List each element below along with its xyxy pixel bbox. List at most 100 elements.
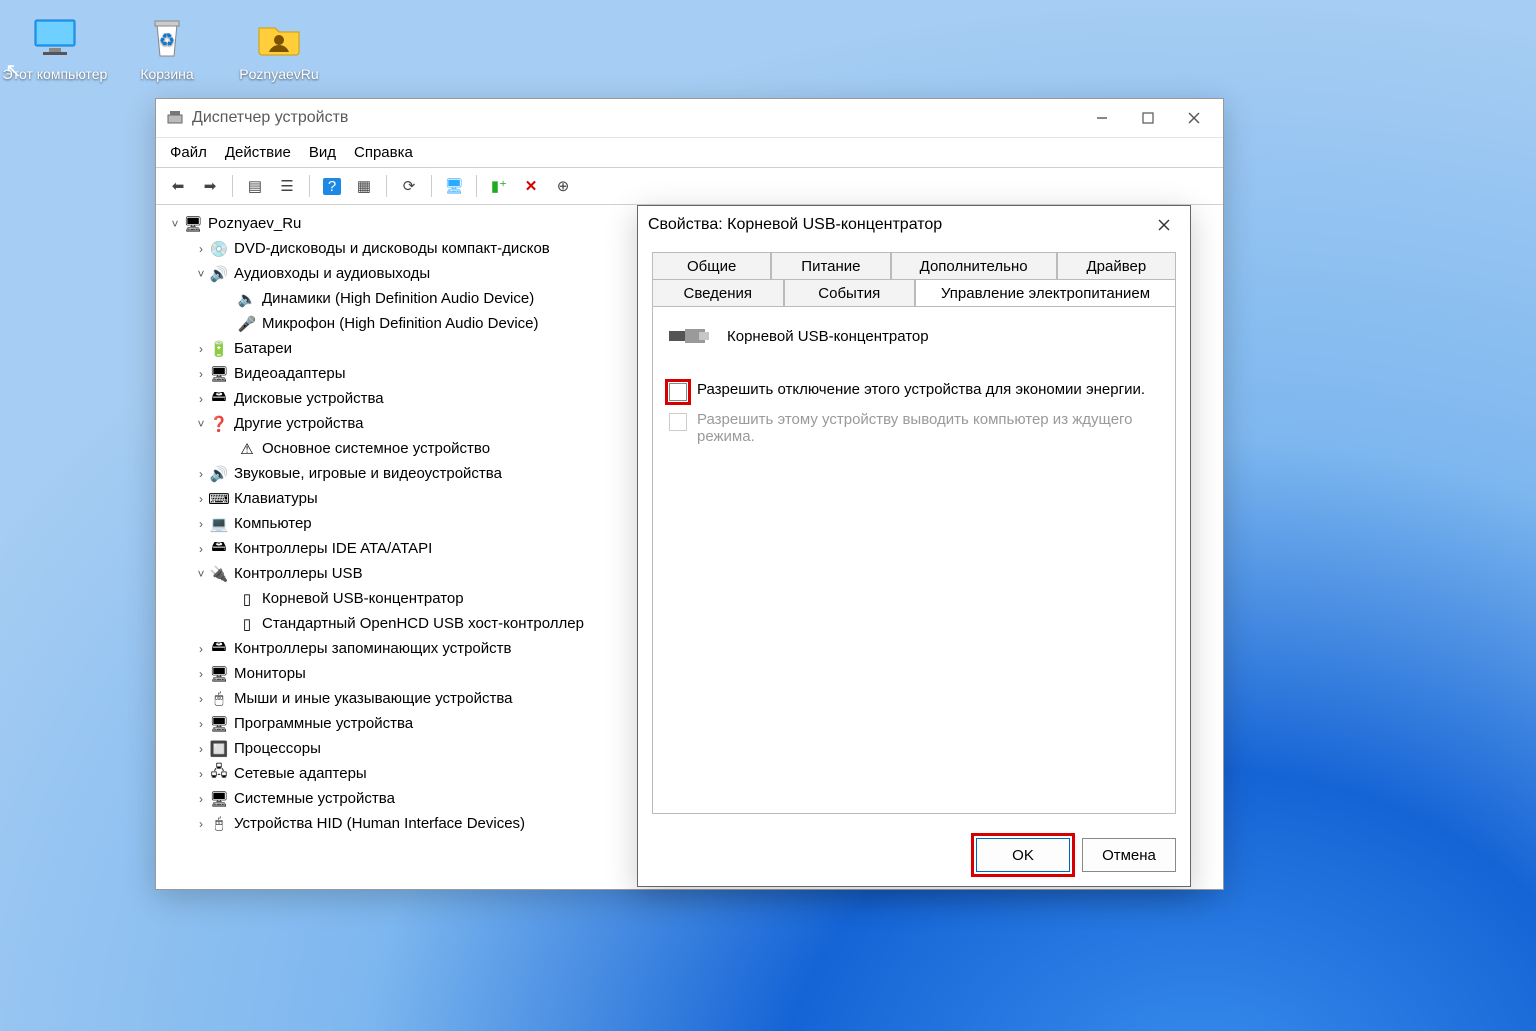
desktop-icon-folder[interactable]: PoznyaevRu [224, 6, 334, 82]
titlebar[interactable]: Диспетчер устройств [156, 99, 1223, 138]
chevron-down-icon: ˅ [194, 567, 208, 581]
chevron-down-icon: ˅ [194, 267, 208, 281]
folder-user-icon [255, 14, 303, 62]
tab-power[interactable]: Питание [771, 252, 890, 280]
enable-icon: ▮⁺ [491, 177, 507, 195]
tab-panel-power-management: Корневой USB-концентратор Разрешить откл… [652, 306, 1176, 814]
node-label: Батареи [234, 340, 292, 357]
chevron-down-icon: ˅ [194, 417, 208, 431]
display-icon: 🖥 [210, 365, 228, 383]
network-icon: 🖧 [210, 765, 228, 783]
monitor-icon: 🖥 [210, 665, 228, 683]
tab-general[interactable]: Общие [652, 252, 771, 280]
list-icon: ▦ [357, 177, 371, 195]
chevron-right-icon: › [194, 767, 208, 781]
chevron-right-icon: › [194, 367, 208, 381]
node-label: Стандартный OpenHCD USB хост-контроллер [262, 615, 584, 632]
disc-icon: 💿 [210, 240, 228, 258]
scan-icon: ⊕ [557, 177, 570, 195]
node-label: Корневой USB-концентратор [262, 590, 464, 607]
chevron-right-icon: › [194, 392, 208, 406]
desktop-icon-label: Этот компьютер [3, 66, 108, 82]
node-label: Сетевые адаптеры [234, 765, 367, 782]
chevron-right-icon: › [194, 492, 208, 506]
chevron-right-icon: › [194, 542, 208, 556]
monitor-button[interactable]: 🖥 [440, 172, 468, 200]
chevron-right-icon: › [194, 517, 208, 531]
monitor-icon [31, 14, 79, 62]
node-label: Дисковые устройства [234, 390, 384, 407]
tabs: Общие Питание Дополнительно Драйвер Свед… [638, 244, 1190, 306]
usb-plug-icon: ▯ [238, 590, 256, 608]
mouse-icon: 🖱 [210, 690, 228, 708]
speaker-icon: 🔈 [238, 290, 256, 308]
properties-button[interactable]: ☰ [273, 172, 301, 200]
separator [386, 175, 387, 197]
delete-icon: ✕ [525, 177, 538, 195]
chevron-right-icon: › [194, 817, 208, 831]
tab-power-management[interactable]: Управление электропитанием [915, 279, 1176, 307]
show-hidden-button[interactable]: ▤ [241, 172, 269, 200]
device-manager-icon [166, 109, 184, 127]
battery-icon: 🔋 [210, 340, 228, 358]
separator [431, 175, 432, 197]
speaker-icon: 🔊 [210, 265, 228, 283]
desktop-icon-recycle-bin[interactable]: ♻ Корзина [112, 6, 222, 82]
pc-icon: 💻 [210, 515, 228, 533]
close-icon [1188, 112, 1200, 124]
tab-driver[interactable]: Драйвер [1057, 252, 1176, 280]
cpu-icon: 🔲 [210, 740, 228, 758]
menu-help[interactable]: Справка [354, 144, 413, 161]
tab-events[interactable]: События [784, 279, 916, 307]
scan-button[interactable]: ⊕ [549, 172, 577, 200]
recycle-bin-icon: ♻ [143, 14, 191, 62]
menu-file[interactable]: Файл [170, 144, 207, 161]
node-label: Poznyaev_Ru [208, 215, 301, 232]
menu-action[interactable]: Действие [225, 144, 291, 161]
node-label: Компьютер [234, 515, 312, 532]
node-label: Мыши и иные указывающие устройства [234, 690, 512, 707]
checkbox-label-allow-power-off: Разрешить отключение этого устройства дл… [697, 381, 1145, 398]
minimize-icon [1096, 112, 1108, 124]
update-driver-button[interactable]: ⟳ [395, 172, 423, 200]
microphone-icon: 🎤 [238, 315, 256, 333]
node-label: Системные устройства [234, 790, 395, 807]
cancel-button[interactable]: Отмена [1082, 838, 1176, 872]
ok-button[interactable]: OK [976, 838, 1070, 872]
help-button[interactable]: ? [318, 172, 346, 200]
desktop-icon-this-pc[interactable]: Этот компьютер [0, 6, 110, 82]
enable-button[interactable]: ▮⁺ [485, 172, 513, 200]
hdd-icon: 🖴 [210, 390, 228, 408]
back-button[interactable]: ⬅ [164, 172, 192, 200]
close-button[interactable] [1171, 102, 1217, 134]
arrow-right-icon: ➡ [204, 177, 217, 195]
menu-view[interactable]: Вид [309, 144, 336, 161]
node-label: Устройства HID (Human Interface Devices) [234, 815, 525, 832]
node-label: Другие устройства [234, 415, 363, 432]
node-label: Звуковые, игровые и видеоустройства [234, 465, 502, 482]
desktop-icon-label: PoznyaevRu [239, 66, 318, 82]
view-button[interactable]: ▦ [350, 172, 378, 200]
tab-advanced[interactable]: Дополнительно [891, 252, 1057, 280]
close-button[interactable] [1144, 209, 1184, 241]
arrow-left-icon: ⬅ [172, 177, 185, 195]
hid-icon: 🖰 [210, 815, 228, 833]
dialog-titlebar[interactable]: Свойства: Корневой USB-концентратор [638, 206, 1190, 244]
node-label: Процессоры [234, 740, 321, 757]
tab-details[interactable]: Сведения [652, 279, 784, 307]
storage-icon: 🖴 [210, 640, 228, 658]
software-icon: 🖥 [210, 715, 228, 733]
forward-button[interactable]: ➡ [196, 172, 224, 200]
maximize-button[interactable] [1125, 102, 1171, 134]
help-icon: ? [323, 178, 341, 195]
dialog-title: Свойства: Корневой USB-концентратор [648, 216, 1144, 234]
minimize-button[interactable] [1079, 102, 1125, 134]
window-title: Диспетчер устройств [192, 109, 1079, 127]
node-label: Микрофон (High Definition Audio Device) [262, 315, 539, 332]
node-label: Программные устройства [234, 715, 413, 732]
warning-icon: ⚠ [238, 440, 256, 458]
uninstall-button[interactable]: ✕ [517, 172, 545, 200]
checkbox-allow-power-off[interactable] [669, 383, 687, 401]
maximize-icon [1142, 112, 1154, 124]
node-label: Динамики (High Definition Audio Device) [262, 290, 534, 307]
